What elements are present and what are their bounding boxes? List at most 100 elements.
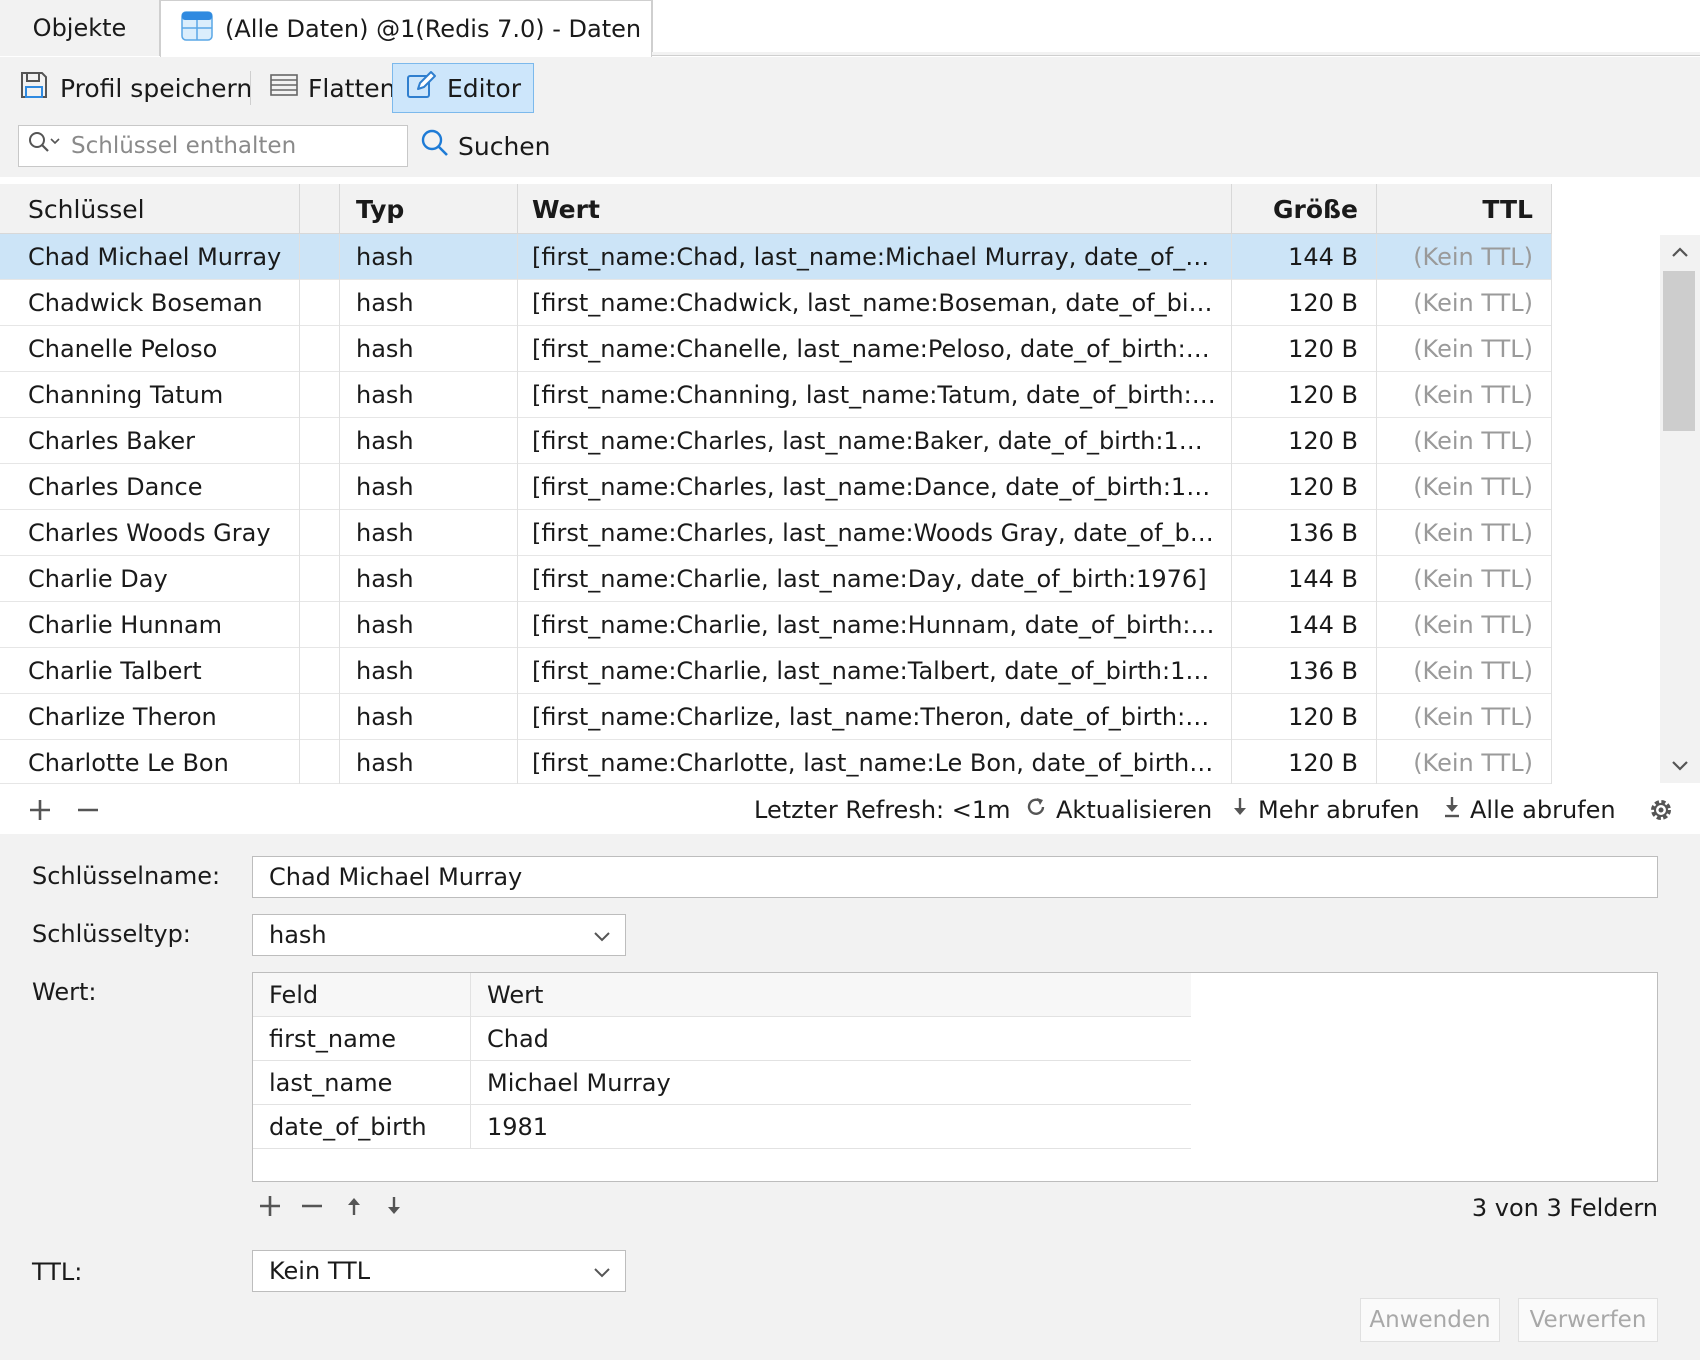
- cell-key: Charles Dance: [0, 464, 300, 510]
- cell-empty: [300, 602, 340, 648]
- table-row[interactable]: Charlie Talbert hash [first_name:Charlie…: [0, 648, 1552, 694]
- table-row[interactable]: Chanelle Peloso hash [first_name:Chanell…: [0, 326, 1552, 372]
- cell-value: [first_name:Charles, last_name:Baker, da…: [518, 418, 1232, 464]
- column-header-value-label: Wert: [532, 194, 600, 224]
- cell-value: [first_name:Charlie, last_name:Hunnam, d…: [518, 602, 1232, 648]
- value-value-cell: Chad: [487, 1025, 549, 1053]
- keys-table: Schlüssel Typ Wert Größe TTL Chad Michae…: [0, 184, 1700, 786]
- table-row[interactable]: Chadwick Boseman hash [first_name:Chadwi…: [0, 280, 1552, 326]
- cell-ttl: (Kein TTL): [1377, 372, 1552, 418]
- column-header-size-label: Größe: [1273, 194, 1358, 224]
- vertical-scrollbar[interactable]: [1660, 235, 1700, 783]
- search-input[interactable]: [69, 132, 389, 160]
- column-header-size[interactable]: Größe: [1232, 184, 1377, 234]
- table-row[interactable]: Charles Dance hash [first_name:Charles, …: [0, 464, 1552, 510]
- value-table-header: Feld Wert: [253, 973, 1191, 1017]
- cell-ttl: (Kein TTL): [1377, 694, 1552, 740]
- cell-value: [first_name:Charles, last_name:Dance, da…: [518, 464, 1232, 510]
- flatten-button[interactable]: Flatten: [262, 63, 403, 113]
- editor-label: Editor: [447, 73, 521, 103]
- cell-empty: [300, 648, 340, 694]
- table-footer: Letzter Refresh: <1m Aktualisieren Mehr …: [0, 784, 1700, 834]
- plus-icon[interactable]: [258, 1194, 282, 1224]
- table-row[interactable]: Channing Tatum hash [first_name:Channing…: [0, 372, 1552, 418]
- arrow-up-icon[interactable]: [344, 1194, 364, 1224]
- cell-empty: [300, 510, 340, 556]
- magnifier-dropdown-icon[interactable]: [27, 130, 63, 162]
- value-header-field: Feld: [253, 973, 471, 1017]
- tab-data[interactable]: (Alle Daten) @1(Redis 7.0) - Daten: [160, 0, 652, 57]
- column-header-key-label: Schlüssel: [28, 194, 145, 224]
- value-field-cell: last_name: [253, 1061, 471, 1105]
- cell-size: 136 B: [1232, 648, 1377, 694]
- value-row[interactable]: last_name Michael Murray: [253, 1061, 1191, 1105]
- cell-empty: [300, 740, 340, 786]
- refresh-label: Aktualisieren: [1056, 796, 1213, 824]
- value-row[interactable]: first_name Chad: [253, 1017, 1191, 1061]
- minus-icon[interactable]: [76, 790, 100, 830]
- refresh-button[interactable]: Aktualisieren: [1024, 790, 1212, 830]
- apply-button[interactable]: Anwenden: [1360, 1298, 1500, 1342]
- table-row[interactable]: Charles Woods Gray hash [first_name:Char…: [0, 510, 1552, 556]
- arrow-down-icon: [1230, 795, 1250, 825]
- column-header-value[interactable]: Wert: [518, 184, 1232, 234]
- cell-type: hash: [340, 372, 518, 418]
- table-row[interactable]: Charlize Theron hash [first_name:Charliz…: [0, 694, 1552, 740]
- gear-icon[interactable]: [1648, 790, 1674, 830]
- cell-type: hash: [340, 234, 518, 280]
- fetch-more-button[interactable]: Mehr abrufen: [1230, 790, 1420, 830]
- cell-type: hash: [340, 280, 518, 326]
- refresh-icon: [1024, 795, 1048, 825]
- cell-size: 120 B: [1232, 326, 1377, 372]
- cell-type: hash: [340, 740, 518, 786]
- cell-key: Charlie Hunnam: [0, 602, 300, 648]
- cell-value: [first_name:Charles, last_name:Woods Gra…: [518, 510, 1232, 556]
- table-row[interactable]: Charlotte Le Bon hash [first_name:Charlo…: [0, 740, 1552, 786]
- cell-type: hash: [340, 464, 518, 510]
- column-header-ttl[interactable]: TTL: [1377, 184, 1552, 234]
- search-button[interactable]: Suchen: [420, 125, 551, 167]
- column-header-key[interactable]: Schlüssel: [0, 184, 300, 234]
- table-row[interactable]: Charles Baker hash [first_name:Charles, …: [0, 418, 1552, 464]
- scroll-down-icon[interactable]: [1668, 753, 1692, 777]
- cell-empty: [300, 280, 340, 326]
- cell-value: [first_name:Chanelle, last_name:Peloso, …: [518, 326, 1232, 372]
- value-value-cell: 1981: [487, 1113, 549, 1141]
- table-row[interactable]: Chad Michael Murray hash [first_name:Cha…: [0, 234, 1552, 280]
- key-type-select[interactable]: hash: [252, 914, 626, 956]
- value-field-cell: date_of_birth: [253, 1105, 471, 1149]
- key-type-value: hash: [269, 921, 327, 949]
- key-name-field[interactable]: Chad Michael Murray: [252, 856, 1658, 898]
- ttl-label: TTL:: [32, 1258, 83, 1286]
- arrow-down-icon[interactable]: [384, 1194, 404, 1224]
- tab-objects[interactable]: Objekte: [0, 0, 160, 56]
- value-row[interactable]: date_of_birth 1981: [253, 1105, 1191, 1149]
- cell-empty: [300, 694, 340, 740]
- editor-button[interactable]: Editor: [392, 63, 534, 113]
- ttl-select[interactable]: Kein TTL: [252, 1250, 626, 1292]
- cell-value-text: [first_name:Charlotte, last_name:Le Bon,…: [532, 749, 1217, 777]
- cell-empty: [300, 418, 340, 464]
- cell-key: Channing Tatum: [0, 372, 300, 418]
- discard-button[interactable]: Verwerfen: [1518, 1298, 1658, 1342]
- fetch-all-button[interactable]: Alle abrufen: [1442, 790, 1616, 830]
- cell-type: hash: [340, 602, 518, 648]
- table-row[interactable]: Charlie Hunnam hash [first_name:Charlie,…: [0, 602, 1552, 648]
- column-header-type[interactable]: Typ: [340, 184, 518, 234]
- search-field[interactable]: [18, 125, 408, 167]
- scrollbar-thumb[interactable]: [1663, 271, 1695, 431]
- tab-objects-label: Objekte: [32, 14, 127, 42]
- save-profile-button[interactable]: Profil speichern: [10, 63, 260, 113]
- cell-value: [first_name:Channing, last_name:Tatum, d…: [518, 372, 1232, 418]
- cell-key: Charlie Day: [0, 556, 300, 602]
- minus-icon[interactable]: [300, 1194, 324, 1224]
- plus-icon[interactable]: [28, 790, 52, 830]
- cell-ttl: (Kein TTL): [1377, 602, 1552, 648]
- cell-empty: [300, 326, 340, 372]
- cell-type: hash: [340, 326, 518, 372]
- value-table: Feld Wert first_name Chad last_name Mich…: [252, 972, 1658, 1182]
- scroll-up-icon[interactable]: [1668, 241, 1692, 265]
- edit-icon: [405, 69, 437, 107]
- cell-type: hash: [340, 418, 518, 464]
- table-row[interactable]: Charlie Day hash [first_name:Charlie, la…: [0, 556, 1552, 602]
